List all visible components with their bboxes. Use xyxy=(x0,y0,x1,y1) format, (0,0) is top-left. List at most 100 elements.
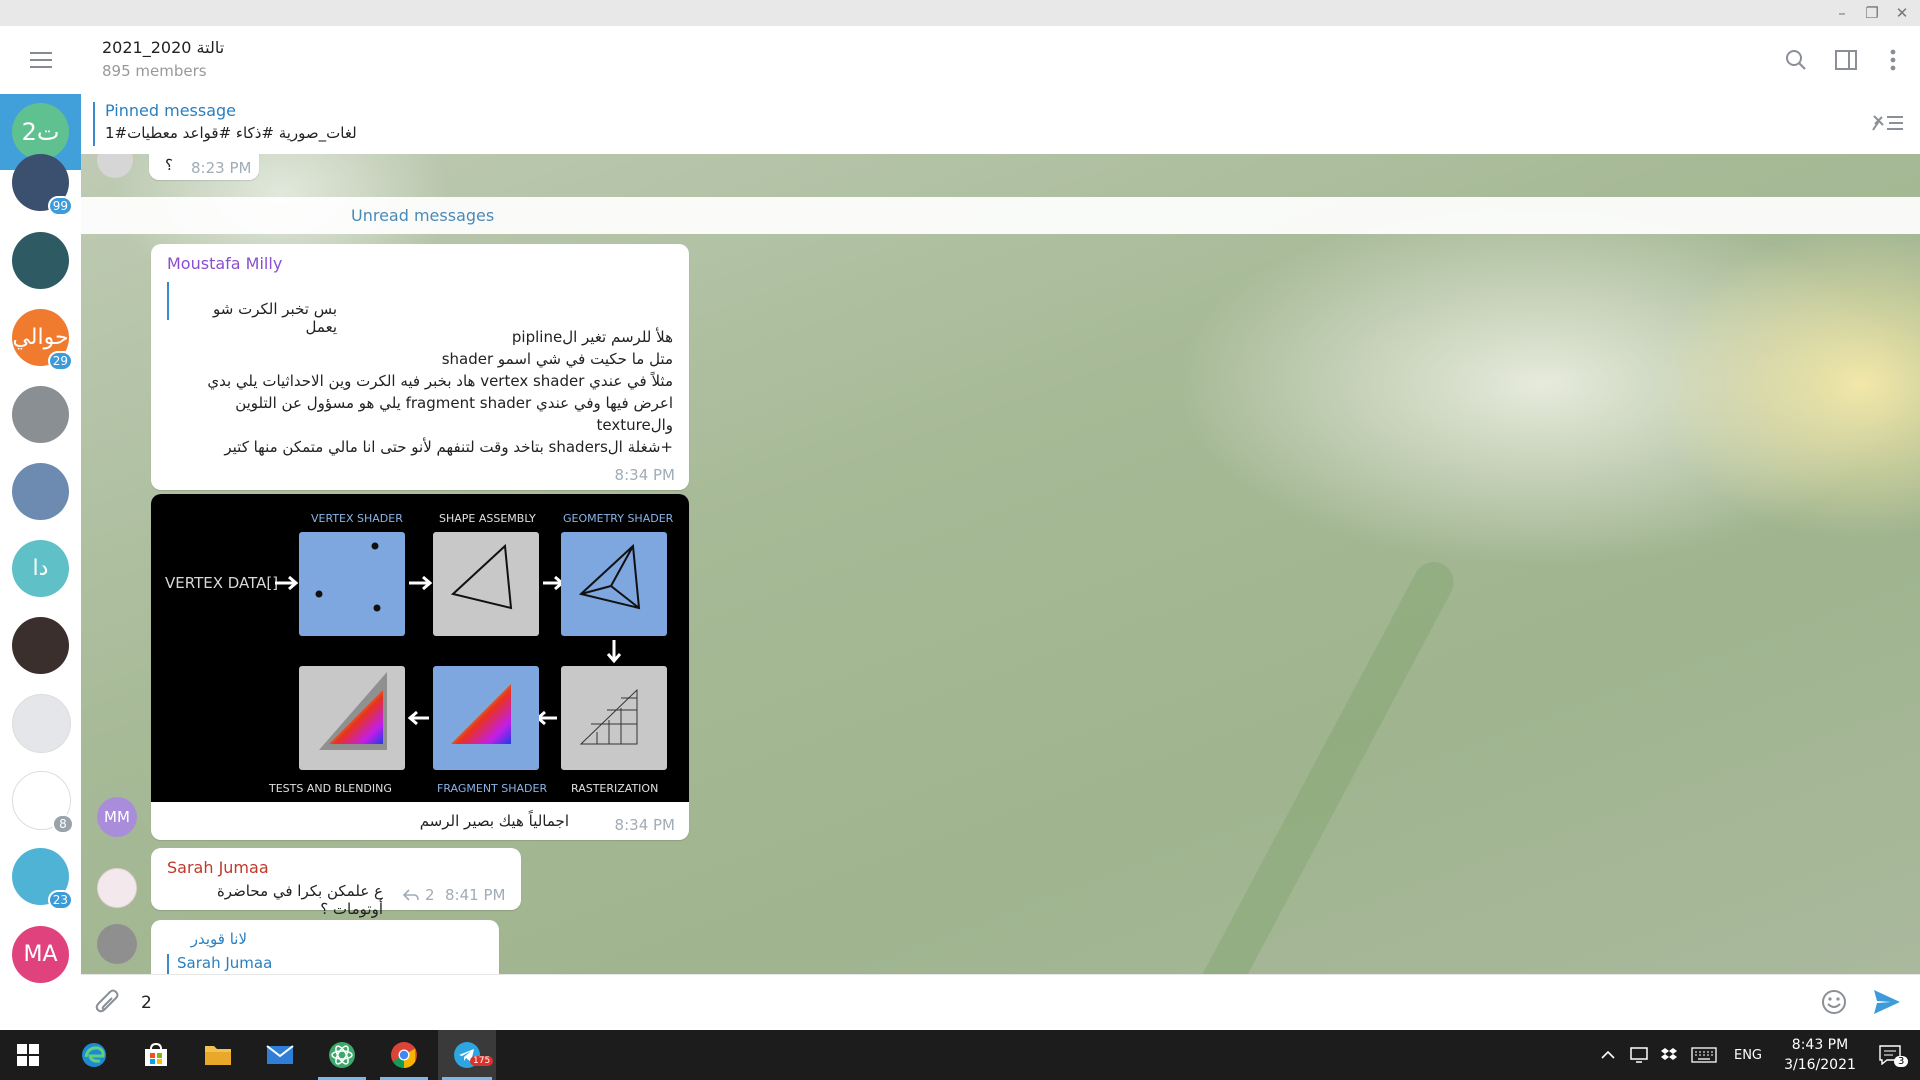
sender-avatar[interactable] xyxy=(97,924,137,964)
taskbar-mail[interactable] xyxy=(252,1030,308,1080)
sidebar-chat-avatar[interactable]: 8 xyxy=(12,771,74,834)
chrome-icon xyxy=(391,1042,417,1069)
tray-language[interactable]: ENG xyxy=(1726,1030,1770,1080)
sidebar-chat-avatar[interactable]: MA xyxy=(12,926,69,983)
sidebar-chat-avatar[interactable] xyxy=(12,617,69,674)
clock-time: 8:43 PM xyxy=(1791,1037,1849,1053)
mail-icon xyxy=(266,1045,294,1064)
chat-history[interactable]: ؟ 8:23 PM Unread messages Moustafa Milly… xyxy=(81,154,1920,974)
label-vertex-data: VERTEX DATA[] xyxy=(165,574,278,592)
chevron-up-icon xyxy=(1601,1050,1615,1059)
sender-name[interactable]: لانا قويدر xyxy=(167,930,247,948)
clock-date: 3/16/2021 xyxy=(1784,1057,1856,1073)
message-text: ع علمكن بكرا في محاضرة أوتومات ؟ xyxy=(216,882,383,918)
reply-count[interactable]: 2 xyxy=(425,886,435,904)
taskbar-file-explorer[interactable] xyxy=(190,1030,246,1080)
taskbar-telegram[interactable]: 175 xyxy=(438,1030,496,1080)
sidebar-chat-avatar[interactable]: حوالي 29 xyxy=(12,309,73,371)
taskbar-chrome[interactable] xyxy=(376,1030,432,1080)
message-input[interactable]: 2 xyxy=(141,989,1791,1017)
sidebar-chat-initials: MA xyxy=(23,942,58,967)
sender-name[interactable]: Moustafa Milly xyxy=(167,254,282,273)
sidebar-chat-avatar[interactable]: 23 xyxy=(12,848,73,910)
close-button[interactable]: ✕ xyxy=(1888,0,1916,26)
chat-list-sidebar: 2ت 99 حوالي 29 دا 8 23 MA xyxy=(0,26,81,1030)
message-time: 8:41 PM xyxy=(445,886,506,904)
sender-name[interactable]: Sarah Jumaa xyxy=(167,858,269,877)
message-bubble[interactable]: ؟ 8:23 PM xyxy=(149,154,259,180)
sidebar-chat-avatar[interactable] xyxy=(12,232,69,289)
sidebar-chat-avatar[interactable] xyxy=(12,463,69,520)
unread-divider: Unread messages xyxy=(81,197,1920,234)
message-bubble[interactable]: لانا قويدر Sarah Jumaa xyxy=(151,920,499,974)
send-button[interactable] xyxy=(1873,989,1901,1019)
pinned-list-button[interactable] xyxy=(1871,112,1905,138)
sidebar-chat-avatar[interactable] xyxy=(12,694,71,753)
paperclip-icon xyxy=(95,989,119,1013)
store-icon xyxy=(145,1042,167,1066)
more-vertical-icon xyxy=(1890,49,1896,71)
taskbar-store[interactable] xyxy=(128,1030,184,1080)
edge-icon xyxy=(82,1043,106,1067)
folder-icon xyxy=(205,1046,231,1065)
unread-badge: 99 xyxy=(47,196,73,216)
sidebar-chat-initials: حوالي xyxy=(12,325,69,350)
tray-keyboard[interactable] xyxy=(1688,1030,1720,1080)
notification-count: 3 xyxy=(1894,1056,1909,1067)
tray-clock[interactable]: 8:43 PM 3/16/2021 xyxy=(1772,1030,1868,1080)
sender-avatar[interactable]: MM xyxy=(97,797,137,837)
sidebar-chat-avatar[interactable]: دا xyxy=(12,540,69,597)
telegram-badge: 175 xyxy=(470,1056,494,1066)
windows-taskbar: 175 ENG 8:43 PM 3/16/2021 3 xyxy=(0,1030,1920,1080)
taskbar-edge[interactable] xyxy=(66,1030,122,1080)
tray-overflow-button[interactable] xyxy=(1596,1030,1620,1080)
message-text: هلأ للرسم تغير الpipline متل ما حكيت في … xyxy=(173,326,673,458)
chat-title[interactable]: 2021_2020 تالتة xyxy=(102,38,224,57)
atom-icon xyxy=(329,1042,355,1068)
message-line: مثلاً في عندي vertex shader هاد بخبر فيه… xyxy=(207,372,673,390)
message-time: 8:23 PM xyxy=(191,159,252,177)
emoji-button[interactable] xyxy=(1821,989,1847,1019)
sidebar-chat-initials: دا xyxy=(32,556,49,581)
tray-dropbox[interactable] xyxy=(1656,1030,1682,1080)
tray-notifications[interactable]: 3 xyxy=(1870,1030,1910,1080)
label-rasterization: RASTERIZATION xyxy=(571,782,658,795)
unread-badge: 23 xyxy=(47,890,73,910)
search-icon xyxy=(1786,50,1806,70)
sender-avatar[interactable] xyxy=(97,868,137,908)
message-line: متل ما حكيت في شي اسمو shader xyxy=(441,350,673,368)
keyboard-icon xyxy=(1691,1047,1717,1063)
tray-security[interactable] xyxy=(1626,1030,1652,1080)
message-bubble[interactable]: Moustafa Milly بس تخبر الكرت شو يعمل هلأ… xyxy=(151,244,689,490)
reply-icon xyxy=(403,889,419,901)
search-button[interactable] xyxy=(1781,45,1811,75)
pinned-accent-bar xyxy=(93,102,95,146)
attach-button[interactable] xyxy=(95,989,121,1021)
photo-message[interactable]: VERTEX DATA[] VERTEX SHADER SHAPE ASSEMB… xyxy=(151,494,689,840)
hamburger-icon xyxy=(29,59,52,61)
send-icon xyxy=(1874,990,1900,1014)
pipeline-diagram-image[interactable]: VERTEX DATA[] VERTEX SHADER SHAPE ASSEMB… xyxy=(151,494,689,802)
message-time: 8:34 PM xyxy=(614,816,675,834)
member-count: 895 members xyxy=(102,62,207,80)
sidebar-toggle-button[interactable] xyxy=(1831,45,1861,75)
pinned-list-icon xyxy=(1872,115,1903,131)
more-options-button[interactable] xyxy=(1878,45,1908,75)
pinned-message-bar[interactable]: Pinned message لغات_صورية #ذكاء #قواعد م… xyxy=(81,94,1920,155)
main-menu-button[interactable] xyxy=(0,26,81,94)
start-button[interactable] xyxy=(0,1030,56,1080)
minimize-button[interactable]: – xyxy=(1828,0,1856,26)
chat-avatar: 2ت xyxy=(12,103,69,160)
message-bubble[interactable]: Sarah Jumaa ع علمكن بكرا في محاضرة أوتوم… xyxy=(151,848,521,918)
unread-badge: 29 xyxy=(47,351,73,371)
pinned-title: Pinned message xyxy=(105,101,237,120)
taskbar-atom[interactable] xyxy=(314,1030,370,1080)
sidebar-chat-avatar[interactable] xyxy=(12,386,69,443)
sender-avatar[interactable] xyxy=(97,154,133,178)
sidebar-chat-avatar[interactable]: 99 xyxy=(12,154,73,216)
restore-button[interactable]: ❐ xyxy=(1858,0,1886,26)
smile-icon xyxy=(1822,990,1846,1014)
message-line: اعرض فيها وفي عندي fragment shader يلي ه… xyxy=(235,394,673,412)
unread-label: Unread messages xyxy=(351,206,495,225)
message-text: ؟ xyxy=(165,156,173,174)
